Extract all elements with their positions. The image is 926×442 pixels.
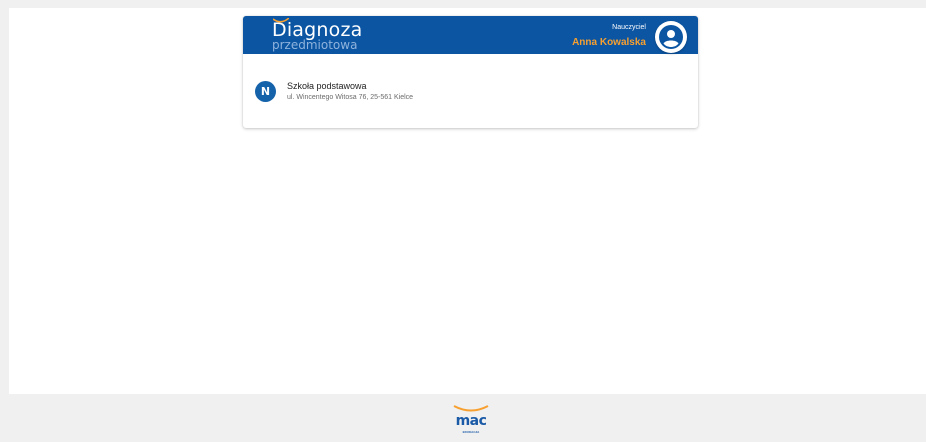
- app-header: Diagnoza przedmiotowa Nauczyciel Anna Ko…: [243, 16, 698, 54]
- logo-text: mac: [455, 413, 487, 429]
- school-card: Diagnoza przedmiotowa Nauczyciel Anna Ko…: [243, 16, 698, 128]
- school-avatar: N: [255, 81, 276, 102]
- main-page: Diagnoza przedmiotowa Nauczyciel Anna Ko…: [9, 8, 926, 394]
- school-name: Szkoła podstawowa: [287, 81, 367, 91]
- account-button[interactable]: [655, 21, 687, 53]
- footer: mac EDUKACJA: [9, 394, 926, 442]
- logo-subtext: EDUKACJA: [462, 430, 480, 434]
- user-role: Nauczyciel: [612, 24, 646, 31]
- user-name: Anna Kowalska: [572, 37, 646, 48]
- account-circle-icon: [659, 25, 683, 49]
- brand-subtitle: przedmiotowa: [272, 38, 358, 52]
- school-address: ul. Wincentego Witosa 76, 25-561 Kielce: [287, 94, 414, 101]
- mac-logo: mac EDUKACJA: [453, 405, 489, 441]
- school-list-item[interactable]: N Szkoła podstawowa ul. Wincentego Witos…: [243, 54, 698, 128]
